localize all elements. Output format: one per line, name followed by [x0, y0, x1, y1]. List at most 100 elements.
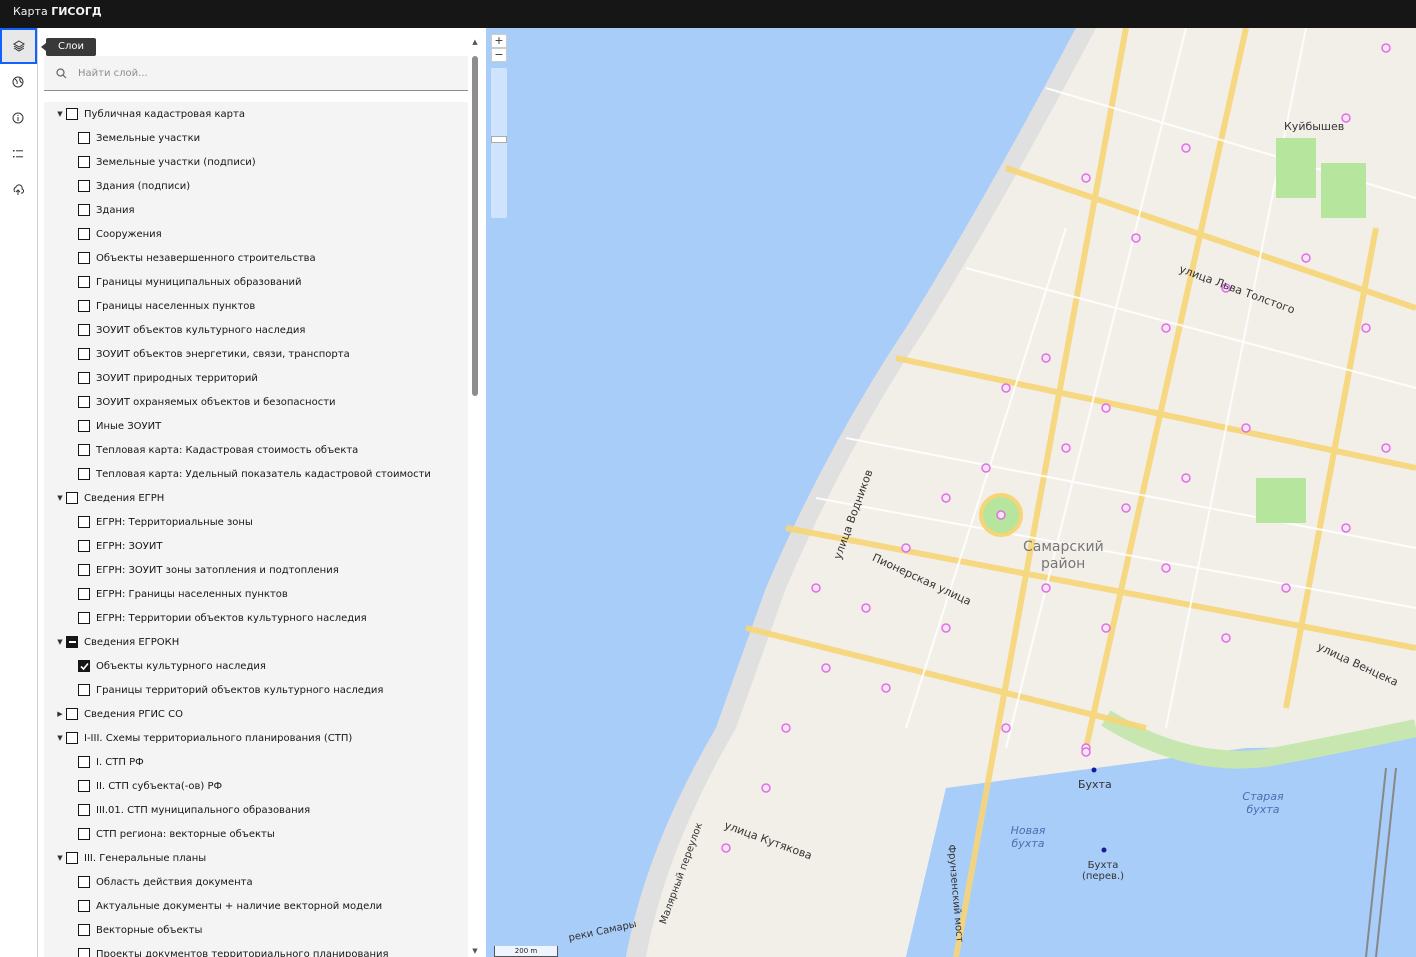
caret-down-icon[interactable]: ▼ — [54, 734, 66, 742]
layer-group-row[interactable]: ▼ Сведения ЕГРОКН — [54, 630, 179, 654]
layer-checkbox[interactable] — [78, 828, 90, 840]
layer-row[interactable]: ЗОУИТ охраняемых объектов и безопасности — [78, 390, 336, 414]
layer-row[interactable]: Иные ЗОУИТ — [78, 414, 161, 438]
layer-group-row[interactable]: ▼ I-III. Схемы территориального планирова… — [54, 726, 352, 750]
layer-search-input[interactable] — [78, 67, 448, 79]
caret-right-icon[interactable]: ▶ — [54, 710, 66, 718]
layer-row[interactable]: СТП региона: векторные объекты — [78, 822, 275, 846]
layer-checkbox[interactable] — [78, 756, 90, 768]
layer-row[interactable]: ЕГРН: Границы населенных пунктов — [78, 582, 288, 606]
layer-checkbox[interactable] — [66, 492, 78, 504]
layer-row[interactable]: Актуальные документы + наличие векторной… — [78, 894, 382, 918]
layer-row[interactable]: Сооружения — [78, 222, 162, 246]
layer-group-row[interactable]: ▶ Сведения РГИС СО — [54, 702, 183, 726]
layer-row[interactable]: Векторные объекты — [78, 918, 202, 942]
layer-row[interactable]: ЕГРН: Территории объектов культурного на… — [78, 606, 367, 630]
layer-checkbox[interactable] — [78, 660, 90, 672]
layer-checkbox[interactable] — [78, 204, 90, 216]
caret-down-icon[interactable]: ▼ — [54, 638, 66, 646]
scale-bar: 200 m — [494, 946, 558, 957]
map-label: Бухта — [1078, 778, 1112, 791]
caret-down-icon[interactable]: ▼ — [54, 494, 66, 502]
layer-checkbox[interactable] — [78, 276, 90, 288]
layer-checkbox[interactable] — [78, 684, 90, 696]
layer-row[interactable]: III.01. СТП муниципального образования — [78, 798, 310, 822]
layer-checkbox[interactable] — [78, 348, 90, 360]
rail-layers-button[interactable] — [0, 28, 37, 64]
layer-checkbox[interactable] — [78, 324, 90, 336]
layer-row[interactable]: Объекты культурного наследия — [78, 654, 266, 678]
layer-row[interactable]: ЕГРН: ЗОУИТ — [78, 534, 162, 558]
rail-info-button[interactable] — [0, 100, 36, 136]
map-label: Бухта (перев.) — [1081, 860, 1125, 882]
layer-checkbox[interactable] — [78, 564, 90, 576]
scroll-thumb[interactable] — [472, 56, 478, 396]
layer-row[interactable]: ЗОУИТ объектов культурного наследия — [78, 318, 305, 342]
caret-down-icon[interactable]: ▼ — [54, 854, 66, 862]
layer-row[interactable]: ЕГРН: Территориальные зоны — [78, 510, 253, 534]
layer-checkbox[interactable] — [78, 780, 90, 792]
layer-row[interactable]: Область действия документа — [78, 870, 253, 894]
layer-checkbox[interactable] — [78, 468, 90, 480]
layer-row[interactable]: II. СТП субъекта(-ов) РФ — [78, 774, 222, 798]
layer-checkbox[interactable] — [66, 636, 78, 648]
layer-row[interactable]: ЕГРН: ЗОУИТ зоны затопления и подтоплени… — [78, 558, 339, 582]
layer-checkbox[interactable] — [78, 420, 90, 432]
layer-checkbox[interactable] — [66, 708, 78, 720]
layer-row[interactable]: Здания — [78, 198, 135, 222]
layer-row[interactable]: Границы муниципальных образований — [78, 270, 302, 294]
layer-label: Земельные участки (подписи) — [96, 156, 256, 168]
rail-globe-button[interactable] — [0, 64, 36, 100]
zoom-slider-handle[interactable] — [491, 136, 507, 143]
layer-group-row[interactable]: ▼ Сведения ЕГРН — [54, 486, 164, 510]
layer-checkbox[interactable] — [78, 948, 90, 957]
layer-checkbox[interactable] — [78, 900, 90, 912]
layer-checkbox[interactable] — [78, 612, 90, 624]
rail-upload-button[interactable] — [0, 172, 36, 208]
layer-label: ЕГРН: Территориальные зоны — [96, 516, 253, 528]
map-view[interactable]: Куйбышев улица Льва Толстого Самарский р… — [486, 28, 1416, 957]
layer-checkbox[interactable] — [78, 876, 90, 888]
layer-checkbox[interactable] — [78, 924, 90, 936]
layer-checkbox[interactable] — [78, 156, 90, 168]
layer-checkbox[interactable] — [78, 180, 90, 192]
layer-checkbox[interactable] — [66, 108, 78, 120]
caret-down-icon[interactable]: ▼ — [54, 110, 66, 118]
layer-checkbox[interactable] — [78, 132, 90, 144]
layer-row[interactable]: Здания (подписи) — [78, 174, 190, 198]
layer-checkbox[interactable] — [66, 852, 78, 864]
zoom-slider[interactable] — [491, 68, 507, 218]
layer-row[interactable]: Земельные участки — [78, 126, 200, 150]
scroll-up-icon[interactable]: ▲ — [470, 38, 480, 46]
zoom-out-button[interactable]: − — [491, 48, 507, 62]
rail-legend-button[interactable] — [0, 136, 36, 172]
map-canvas[interactable] — [486, 28, 1416, 957]
layer-checkbox[interactable] — [66, 732, 78, 744]
layer-row[interactable]: Тепловая карта: Удельный показатель када… — [78, 462, 431, 486]
layer-row[interactable]: Объекты незавершенного строительства — [78, 246, 316, 270]
layer-checkbox[interactable] — [78, 372, 90, 384]
layer-checkbox[interactable] — [78, 300, 90, 312]
layer-row[interactable]: Границы территорий объектов культурного … — [78, 678, 383, 702]
scroll-down-icon[interactable]: ▼ — [470, 947, 480, 955]
layer-row[interactable]: ЗОУИТ объектов энергетики, связи, трансп… — [78, 342, 350, 366]
panel-scrollbar[interactable]: ▲ ▼ — [470, 38, 480, 957]
layer-checkbox[interactable] — [78, 804, 90, 816]
layer-checkbox[interactable] — [78, 252, 90, 264]
layer-row[interactable]: Проекты документов территориального план… — [78, 942, 389, 957]
layer-checkbox[interactable] — [78, 444, 90, 456]
layer-group-row[interactable]: ▼ III. Генеральные планы — [54, 846, 206, 870]
layer-checkbox[interactable] — [78, 396, 90, 408]
layer-group-row[interactable]: ▼ Публичная кадастровая карта — [54, 102, 245, 126]
layer-checkbox[interactable] — [78, 516, 90, 528]
zoom-in-button[interactable]: + — [491, 34, 507, 48]
layer-checkbox[interactable] — [78, 228, 90, 240]
layer-checkbox[interactable] — [78, 540, 90, 552]
layer-row[interactable]: Земельные участки (подписи) — [78, 150, 256, 174]
layer-row[interactable]: Тепловая карта: Кадастровая стоимость об… — [78, 438, 358, 462]
layer-label: Сооружения — [96, 228, 162, 240]
layer-checkbox[interactable] — [78, 588, 90, 600]
layer-row[interactable]: I. СТП РФ — [78, 750, 144, 774]
layer-row[interactable]: ЗОУИТ природных территорий — [78, 366, 258, 390]
layer-row[interactable]: Границы населенных пунктов — [78, 294, 255, 318]
